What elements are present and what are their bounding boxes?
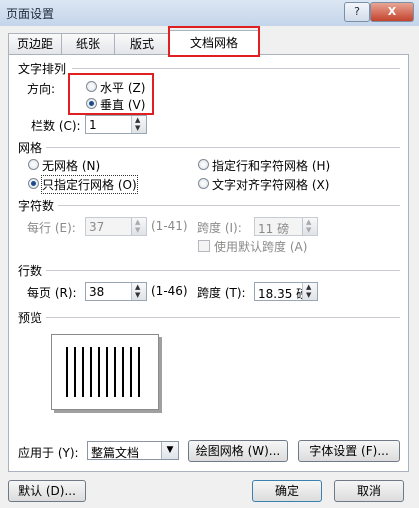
- use-default-pitch-checkbox[interactable]: [198, 240, 210, 252]
- spin-arrows[interactable]: ▲ ▼: [302, 218, 317, 235]
- divider: [46, 317, 400, 318]
- line-pitch-spinner[interactable]: 18.35 磅 ▲ ▼: [254, 282, 318, 301]
- text-direction-group-label: 文字排列: [18, 62, 67, 76]
- chevron-down-icon[interactable]: ▼: [161, 442, 178, 459]
- line-pitch-value[interactable]: 18.35 磅: [258, 285, 308, 302]
- lines-group-label: 行数: [18, 264, 43, 278]
- divider: [46, 270, 400, 271]
- spin-arrows[interactable]: ▲ ▼: [131, 218, 146, 235]
- divider: [46, 147, 400, 148]
- apply-to-label: 应用于 (Y):: [18, 446, 79, 460]
- draw-grid-button[interactable]: 绘图网格 (W)...: [188, 440, 288, 462]
- line-pitch-label: 跨度 (T):: [197, 286, 246, 300]
- tab-paper[interactable]: 纸张: [61, 33, 115, 54]
- preview-group-label: 预览: [18, 311, 43, 325]
- dialog-title: 页面设置: [6, 7, 55, 21]
- lines-and-chars-label[interactable]: 指定行和字符网格 (H): [212, 157, 330, 174]
- preview-line: [66, 347, 68, 397]
- preview-line: [138, 347, 140, 397]
- spin-arrows[interactable]: ▲ ▼: [302, 283, 317, 300]
- title-bar: 页面设置 ? X: [0, 0, 419, 27]
- preview-line: [130, 347, 132, 397]
- ok-button[interactable]: 确定: [252, 480, 322, 502]
- preview-line: [74, 347, 76, 397]
- lines-per-page-value[interactable]: 38: [89, 285, 104, 299]
- char-pitch-spinner[interactable]: 11 磅 ▲ ▼: [254, 217, 318, 236]
- lines-per-page-label: 每页 (R):: [27, 286, 77, 300]
- preview-line: [106, 347, 108, 397]
- preview-page: [51, 334, 159, 410]
- lines-range: (1-46): [151, 284, 188, 298]
- characters-group-label: 字符数: [18, 199, 55, 213]
- columns-label: 栏数 (C):: [31, 119, 81, 133]
- lines-only-radio[interactable]: [28, 178, 39, 189]
- chars-per-line-spinner[interactable]: 37 ▲ ▼: [85, 217, 147, 236]
- preview-line: [82, 347, 84, 397]
- lines-and-chars-radio[interactable]: [198, 159, 209, 170]
- grid-group-label: 网格: [18, 141, 43, 155]
- font-settings-button[interactable]: 字体设置 (F)...: [298, 440, 400, 462]
- spin-arrows[interactable]: ▲ ▼: [131, 116, 146, 133]
- default-button[interactable]: 默认 (D)...: [8, 480, 86, 502]
- preview-line: [98, 347, 100, 397]
- apply-to-dropdown[interactable]: 整篇文档 ▼: [87, 441, 179, 460]
- direction-highlight-box: [68, 73, 154, 115]
- help-button[interactable]: ?: [344, 2, 370, 22]
- char-pitch-label: 跨度 (I):: [197, 221, 242, 235]
- use-default-pitch-label[interactable]: 使用默认跨度 (A): [214, 238, 307, 255]
- snap-to-chars-radio[interactable]: [198, 178, 209, 189]
- divider: [58, 205, 400, 206]
- char-pitch-value[interactable]: 11 磅: [258, 220, 289, 237]
- chars-range: (1-41): [151, 219, 188, 233]
- chars-per-line-value[interactable]: 37: [89, 220, 104, 234]
- no-grid-label[interactable]: 无网格 (N): [42, 157, 100, 174]
- lines-only-label[interactable]: 只指定行网格 (O): [41, 175, 138, 194]
- cancel-button[interactable]: 取消: [334, 480, 404, 502]
- tab-highlight-box: [168, 26, 260, 57]
- columns-spinner[interactable]: 1 ▲ ▼: [85, 115, 147, 134]
- tab-layout[interactable]: 版式: [114, 33, 170, 54]
- direction-label: 方向:: [27, 82, 56, 96]
- columns-value[interactable]: 1: [89, 118, 97, 132]
- chars-per-line-label: 每行 (E):: [27, 221, 76, 235]
- preview-line: [122, 347, 124, 397]
- close-button[interactable]: X: [370, 2, 414, 22]
- divider: [72, 68, 400, 69]
- tab-margins[interactable]: 页边距: [8, 33, 62, 54]
- lines-per-page-spinner[interactable]: 38 ▲ ▼: [85, 282, 147, 301]
- spin-arrows[interactable]: ▲ ▼: [131, 283, 146, 300]
- snap-to-chars-label[interactable]: 文字对齐字符网格 (X): [212, 176, 329, 193]
- preview-line: [114, 347, 116, 397]
- apply-to-value[interactable]: 整篇文档: [91, 444, 139, 461]
- preview-line: [90, 347, 92, 397]
- no-grid-radio[interactable]: [28, 159, 39, 170]
